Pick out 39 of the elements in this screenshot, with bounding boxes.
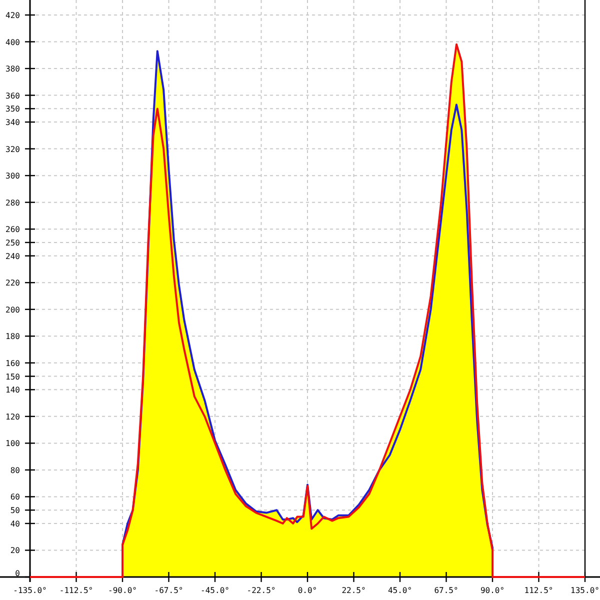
tick-label: -67.5° <box>154 586 184 595</box>
tick-label: 90.0° <box>480 586 505 595</box>
tick-label: 200 <box>6 305 20 314</box>
tick-label: 45.0° <box>388 586 412 595</box>
tick-label: 120 <box>6 412 20 422</box>
tick-label: 400 <box>6 38 20 47</box>
tick-label: 180 <box>6 332 20 342</box>
tick-label: 240 <box>6 252 20 261</box>
tick-label: 340 <box>6 118 20 128</box>
tick-label: 260 <box>6 225 20 234</box>
tick-label: -45.0° <box>200 586 230 595</box>
tick-label: 140 <box>6 386 20 395</box>
tick-label: -22.5° <box>246 586 276 595</box>
tick-label: 280 <box>6 198 20 208</box>
tick-label: 22.5° <box>342 586 366 595</box>
tick-label: -112.5° <box>59 586 94 595</box>
tick-label: 350 <box>6 104 20 114</box>
tick-label: 60 <box>10 492 20 502</box>
tick-label: 112.5° <box>524 586 554 595</box>
tick-label: 250 <box>6 238 20 248</box>
tick-label: -135.0° <box>13 586 47 595</box>
tick-label: 360 <box>6 91 20 100</box>
tick-label: 320 <box>6 144 20 154</box>
tick-label: 40 <box>10 519 20 528</box>
tick-label: 135.0° <box>570 586 600 595</box>
tick-label: 150 <box>6 372 20 382</box>
tick-label: 100 <box>6 439 20 448</box>
tick-label: 67.5° <box>434 586 458 595</box>
tick-label: 380 <box>6 64 20 74</box>
tick-label: 220 <box>6 278 20 288</box>
tick-label: 300 <box>6 172 20 181</box>
tick-label: 0.0° <box>298 586 318 595</box>
tick-label: 80 <box>10 466 20 475</box>
tick-label: 160 <box>6 358 20 368</box>
tick-label: 420 <box>6 11 20 20</box>
tick-label: 0 <box>15 569 20 578</box>
tick-label: -90.0° <box>108 586 137 595</box>
tick-label: 20 <box>10 546 20 556</box>
tick-label: 50 <box>10 506 20 516</box>
